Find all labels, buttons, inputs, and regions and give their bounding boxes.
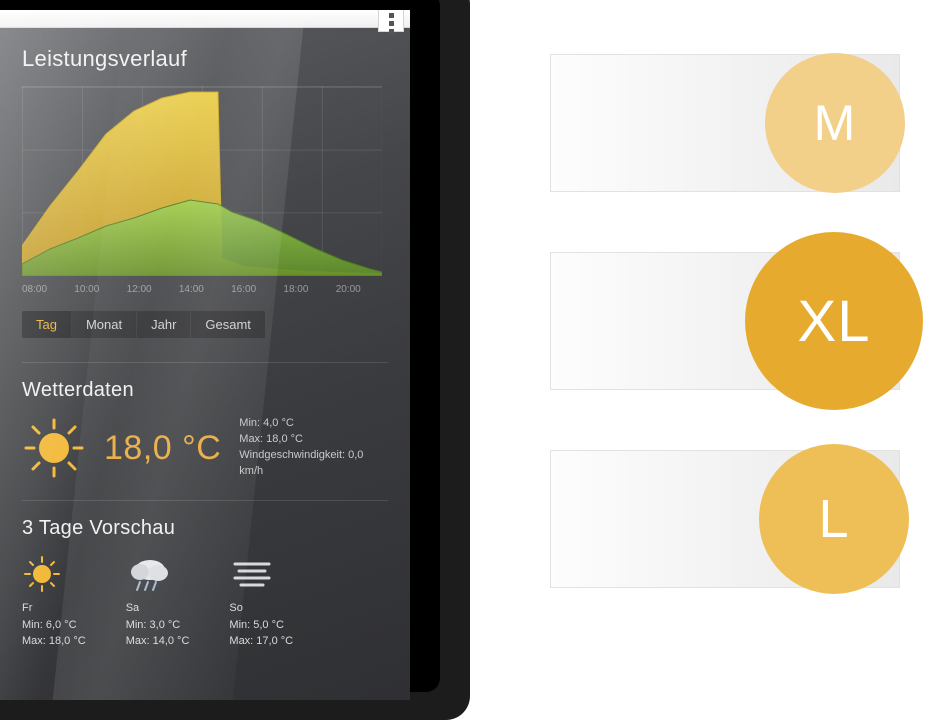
app-grid-button[interactable] (378, 10, 404, 32)
forecast-day-so: So Min: 5,0 °C Max: 17,0 °C (229, 554, 293, 650)
current-temperature: 18,0 °C (104, 429, 221, 468)
forecast-day-label: So (229, 600, 293, 617)
forecast-max: Max: 18,0 °C (22, 633, 86, 650)
sun-icon (22, 416, 86, 480)
tablet-bezel: Leistungsverlauf (0, 0, 440, 692)
top-toolbar (0, 10, 410, 28)
size-toggle-l[interactable]: L (550, 450, 900, 588)
forecast-day-label: Sa (126, 600, 190, 617)
weather-wind-unit: km/h (239, 464, 363, 480)
toggle-knob: L (759, 444, 909, 594)
x-tick: 08:00 (22, 284, 74, 295)
forecast-day-sa: Sa Min: 3,0 °C Max: 14,0 °C (126, 554, 190, 650)
weather-wind: Windgeschwindigkeit: 0,0 (239, 448, 363, 464)
forecast-row: Fr Min: 6,0 °C Max: 18,0 °C (22, 554, 388, 650)
forecast-day-fr: Fr Min: 6,0 °C Max: 18,0 °C (22, 554, 86, 650)
x-tick: 10:00 (74, 284, 126, 295)
tab-gesamt[interactable]: Gesamt (191, 311, 265, 338)
app-screen: Leistungsverlauf (0, 10, 410, 700)
forecast-title: 3 Tage Vorschau (22, 517, 388, 540)
performance-chart (22, 86, 382, 276)
toggle-label: XL (798, 288, 871, 355)
x-tick: 16:00 (231, 284, 283, 295)
weather-max: Max: 18,0 °C (239, 432, 363, 448)
forecast-day-label: Fr (22, 600, 86, 617)
chart-title: Leistungsverlauf (22, 46, 388, 72)
forecast-max: Max: 17,0 °C (229, 633, 293, 650)
x-tick: 12:00 (127, 284, 179, 295)
x-tick: 20:00 (336, 284, 388, 295)
tab-jahr[interactable]: Jahr (137, 311, 191, 338)
section-divider (22, 362, 388, 363)
weather-min: Min: 4,0 °C (239, 416, 363, 432)
x-tick: 14:00 (179, 284, 231, 295)
forecast-min: Min: 3,0 °C (126, 617, 190, 634)
tab-monat[interactable]: Monat (72, 311, 137, 338)
weather-title: Wetterdaten (22, 379, 388, 402)
toggle-knob: M (765, 53, 905, 193)
chart-svg (22, 86, 382, 276)
size-toggle-group: M XL L (550, 54, 900, 588)
fog-icon (229, 554, 293, 594)
x-tick: 18:00 (283, 284, 335, 295)
screen-content: Leistungsverlauf (0, 28, 410, 650)
forecast-min: Min: 5,0 °C (229, 617, 293, 634)
toggle-label: M (814, 94, 857, 152)
chart-x-axis: 08:00 10:00 12:00 14:00 16:00 18:00 20:0… (22, 280, 388, 295)
tablet-device: Leistungsverlauf (0, 0, 470, 720)
sun-icon (22, 554, 86, 594)
range-tabs: Tag Monat Jahr Gesamt (22, 311, 265, 338)
section-divider (22, 500, 388, 501)
weather-details: Min: 4,0 °C Max: 18,0 °C Windgeschwindig… (239, 416, 363, 480)
forecast-min: Min: 6,0 °C (22, 617, 86, 634)
rain-cloud-icon (126, 554, 190, 594)
forecast-max: Max: 14,0 °C (126, 633, 190, 650)
weather-current: 18,0 °C Min: 4,0 °C Max: 18,0 °C Windges… (22, 416, 388, 480)
size-toggle-xl[interactable]: XL (550, 252, 900, 390)
tab-tag[interactable]: Tag (22, 311, 72, 338)
toggle-knob: XL (745, 232, 923, 410)
size-toggle-m[interactable]: M (550, 54, 900, 192)
toggle-label: L (818, 488, 849, 550)
